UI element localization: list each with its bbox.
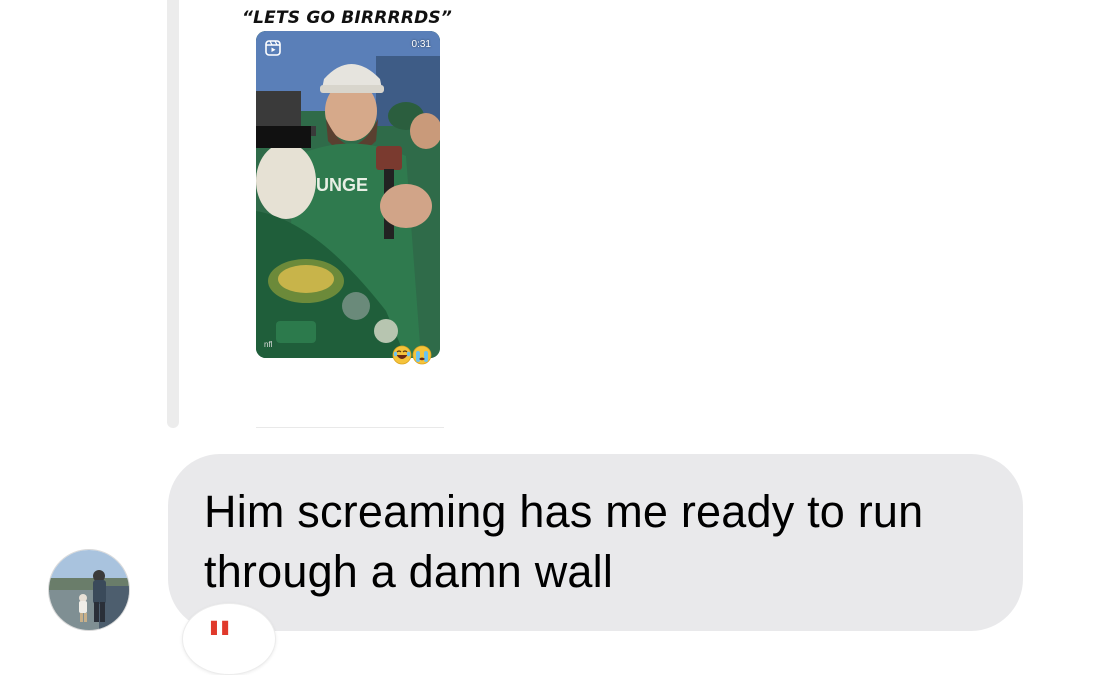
- message-bubble[interactable]: Him screaming has me ready to run throug…: [168, 454, 1023, 631]
- crying-emoji-icon: [412, 345, 432, 365]
- reels-icon: [265, 40, 281, 56]
- quote-icon: ": [206, 611, 234, 672]
- reel-thumbnail-image: UNGE: [256, 31, 440, 358]
- message-text: Him screaming has me ready to run throug…: [204, 486, 924, 597]
- reel-video-preview[interactable]: UNGE 0:31 nfl: [256, 31, 440, 358]
- message-reactions[interactable]: [392, 345, 432, 365]
- svg-text:UNGE: UNGE: [316, 175, 368, 195]
- reply-thread-bar: [167, 0, 179, 428]
- reel-credit-watermark: nfl: [264, 340, 273, 349]
- profile-photo-avatar[interactable]: [48, 549, 130, 631]
- divider-line: [256, 427, 444, 428]
- laughing-emoji-icon: [392, 345, 412, 365]
- quote-reply-badge[interactable]: ": [182, 603, 276, 675]
- reel-caption: “LETS GO BIRRRRDS”: [241, 8, 453, 28]
- video-duration: 0:31: [411, 39, 431, 50]
